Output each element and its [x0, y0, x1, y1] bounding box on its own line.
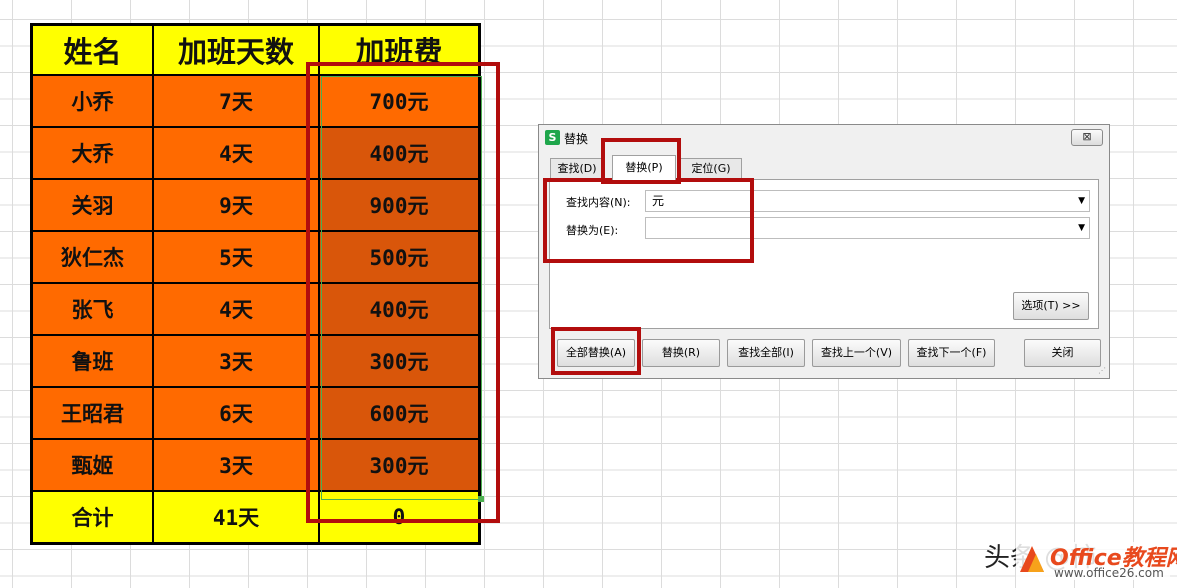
table-row: 甄姬 3天 300元	[30, 438, 481, 492]
close-icon[interactable]: ⊠	[1071, 129, 1103, 146]
table-row: 狄仁杰 5天 500元	[30, 230, 481, 284]
replace-button[interactable]: 替换(R)	[642, 339, 720, 367]
options-button[interactable]: 选项(T) >>	[1013, 292, 1089, 320]
overtime-table: 姓名 加班天数 加班费 小乔 7天 700元 大乔 4天 400元 关羽 9天 …	[30, 23, 481, 545]
table-row: 大乔 4天 400元	[30, 126, 481, 180]
find-previous-button[interactable]: 查找上一个(V)	[812, 339, 901, 367]
cell-name[interactable]: 小乔	[30, 74, 154, 128]
header-days[interactable]: 加班天数	[152, 23, 320, 76]
table-row: 小乔 7天 700元	[30, 74, 481, 128]
cell-name[interactable]: 狄仁杰	[30, 230, 154, 284]
find-value: 元	[652, 194, 665, 208]
cell-pay[interactable]: 900元	[318, 178, 481, 232]
header-name[interactable]: 姓名	[30, 23, 154, 76]
find-input[interactable]: 元 ▼	[645, 190, 1090, 212]
cell-pay[interactable]: 600元	[318, 386, 481, 440]
cell-days[interactable]: 7天	[152, 74, 320, 128]
table-header-row: 姓名 加班天数 加班费	[30, 23, 481, 76]
cell-pay[interactable]: 300元	[318, 334, 481, 388]
cell-days[interactable]: 9天	[152, 178, 320, 232]
cell-pay[interactable]: 400元	[318, 126, 481, 180]
table-row: 王昭君 6天 600元	[30, 386, 481, 440]
cell-name[interactable]: 甄姬	[30, 438, 154, 492]
table-row: 关羽 9天 900元	[30, 178, 481, 232]
table-row: 张飞 4天 400元	[30, 282, 481, 336]
find-all-button[interactable]: 查找全部(I)	[727, 339, 805, 367]
dialog-title-bar[interactable]: S 替换 ⊠	[539, 125, 1109, 149]
header-pay[interactable]: 加班费	[318, 23, 481, 76]
replace-panel: 查找内容(N): 元 ▼ 替换为(E): ▼ 选项(T) >>	[549, 179, 1099, 329]
dialog-close-button[interactable]: 关闭	[1024, 339, 1101, 367]
cell-pay[interactable]: 300元	[318, 438, 481, 492]
cell-pay[interactable]: 500元	[318, 230, 481, 284]
replace-all-button[interactable]: 全部替换(A)	[557, 339, 635, 367]
cell-days[interactable]: 5天	[152, 230, 320, 284]
cell-days[interactable]: 4天	[152, 282, 320, 336]
cell-pay[interactable]: 400元	[318, 282, 481, 336]
chevron-down-icon[interactable]: ▼	[1078, 218, 1085, 238]
total-pay[interactable]: 0	[318, 490, 481, 545]
table-row: 鲁班 3天 300元	[30, 334, 481, 388]
resize-grip-icon[interactable]: ⋰	[1098, 366, 1106, 375]
find-label: 查找内容(N):	[566, 196, 631, 209]
tab-replace[interactable]: 替换(P)	[612, 155, 676, 180]
cell-days[interactable]: 3天	[152, 334, 320, 388]
cell-pay[interactable]: 700元	[318, 74, 481, 128]
cell-name[interactable]: 鲁班	[30, 334, 154, 388]
cell-name[interactable]: 王昭君	[30, 386, 154, 440]
cell-days[interactable]: 6天	[152, 386, 320, 440]
fill-handle[interactable]	[478, 496, 484, 502]
cell-name[interactable]: 关羽	[30, 178, 154, 232]
cell-days[interactable]: 3天	[152, 438, 320, 492]
watermark-site: www.office26.com	[1054, 566, 1164, 580]
tab-find[interactable]: 查找(D)	[550, 158, 604, 179]
find-next-button[interactable]: 查找下一个(F)	[908, 339, 995, 367]
dialog-title: 替换	[564, 132, 589, 146]
replace-input[interactable]: ▼	[645, 217, 1090, 239]
tab-goto[interactable]: 定位(G)	[680, 158, 742, 179]
replace-dialog: S 替换 ⊠ 查找(D) 替换(P) 定位(G) 查找内容(N): 元 ▼ 替换…	[538, 124, 1110, 379]
cell-name[interactable]: 张飞	[30, 282, 154, 336]
cell-name[interactable]: 大乔	[30, 126, 154, 180]
total-row: 合计 41天 0	[30, 490, 481, 545]
total-days[interactable]: 41天	[152, 490, 320, 545]
total-label[interactable]: 合计	[30, 490, 154, 545]
wps-app-icon: S	[545, 130, 560, 145]
replace-label: 替换为(E):	[566, 224, 619, 237]
cell-days[interactable]: 4天	[152, 126, 320, 180]
chevron-down-icon[interactable]: ▼	[1078, 191, 1085, 211]
